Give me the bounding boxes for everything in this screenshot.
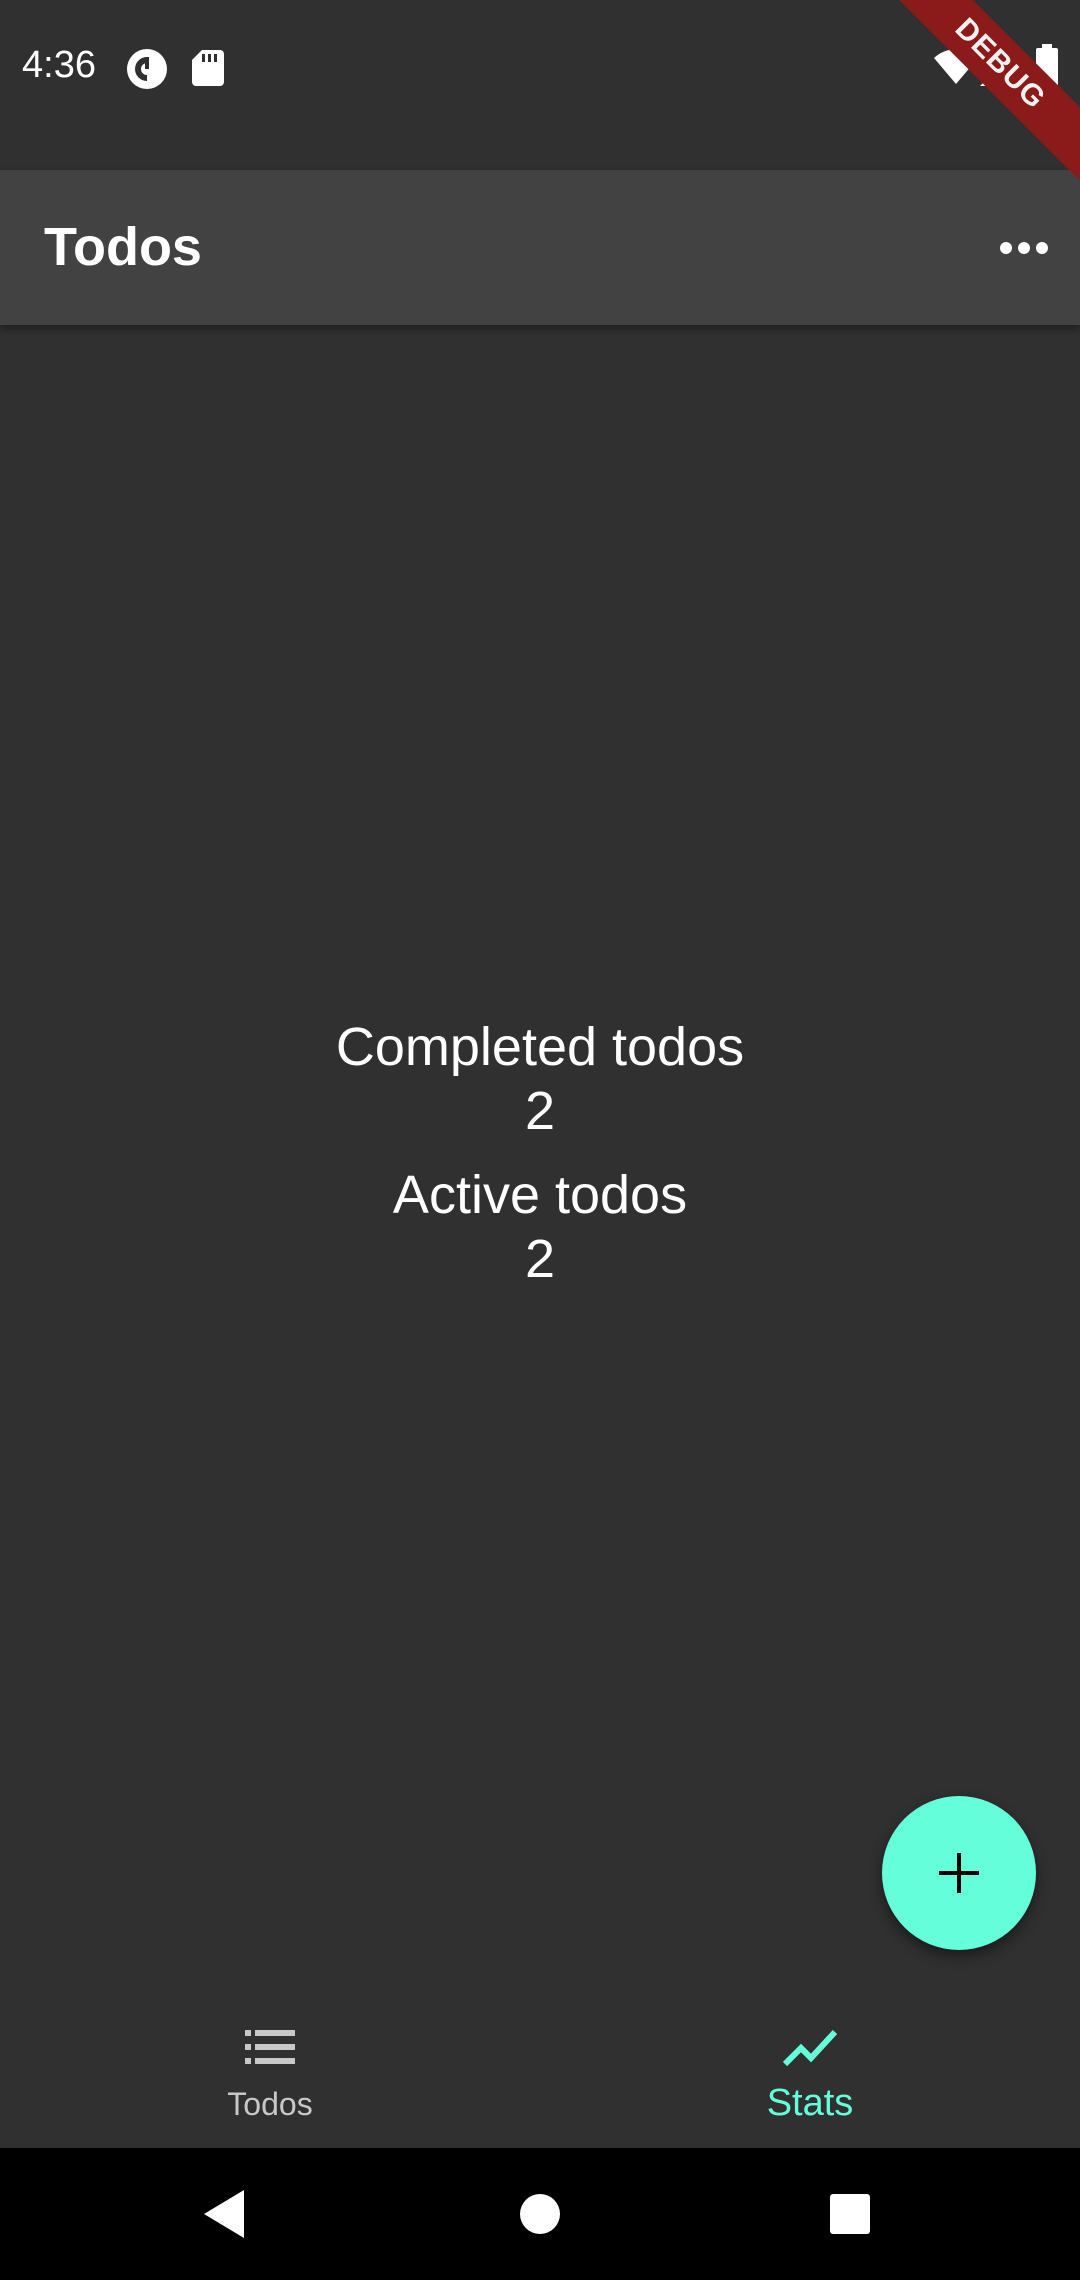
status-bar: 4:36	[0, 0, 1080, 170]
home-icon	[520, 2194, 560, 2234]
system-navigation-bar	[0, 2148, 1080, 2280]
page-title: Todos	[44, 217, 202, 277]
active-todos-label: Active todos	[392, 1165, 688, 1225]
list-icon	[245, 2030, 295, 2064]
overflow-menu-button[interactable]	[984, 208, 1064, 288]
app-bar: Todos	[0, 170, 1080, 325]
stats-content: Completed todos 2 Active todos 2	[0, 1015, 1080, 1291]
more-horiz-icon	[1000, 242, 1048, 254]
status-time: 4:36	[22, 44, 96, 86]
recents-icon	[830, 2194, 870, 2234]
app-screen: 4:36 DEBUG Todos Completed todos 2 Activ…	[0, 0, 1080, 2148]
tab-todos-label: Todos	[227, 2086, 313, 2122]
home-button[interactable]	[504, 2178, 576, 2250]
pocket-casts-icon	[126, 48, 168, 90]
sd-card-icon	[192, 50, 224, 86]
back-button[interactable]	[190, 2178, 262, 2250]
back-icon	[204, 2190, 244, 2238]
bottom-navigation: Todos Stats	[0, 1990, 1080, 2148]
tab-stats[interactable]: Stats	[540, 1990, 1080, 2148]
active-todos-count: 2	[524, 1229, 556, 1289]
recents-button[interactable]	[814, 2178, 886, 2250]
add-todo-button[interactable]	[882, 1796, 1036, 1950]
completed-todos-count: 2	[524, 1081, 556, 1141]
tab-stats-label: Stats	[766, 2082, 854, 2124]
show-chart-icon	[783, 2029, 837, 2067]
add-icon	[939, 1853, 979, 1893]
completed-todos-label: Completed todos	[335, 1017, 745, 1077]
tab-todos[interactable]: Todos	[0, 1990, 540, 2148]
